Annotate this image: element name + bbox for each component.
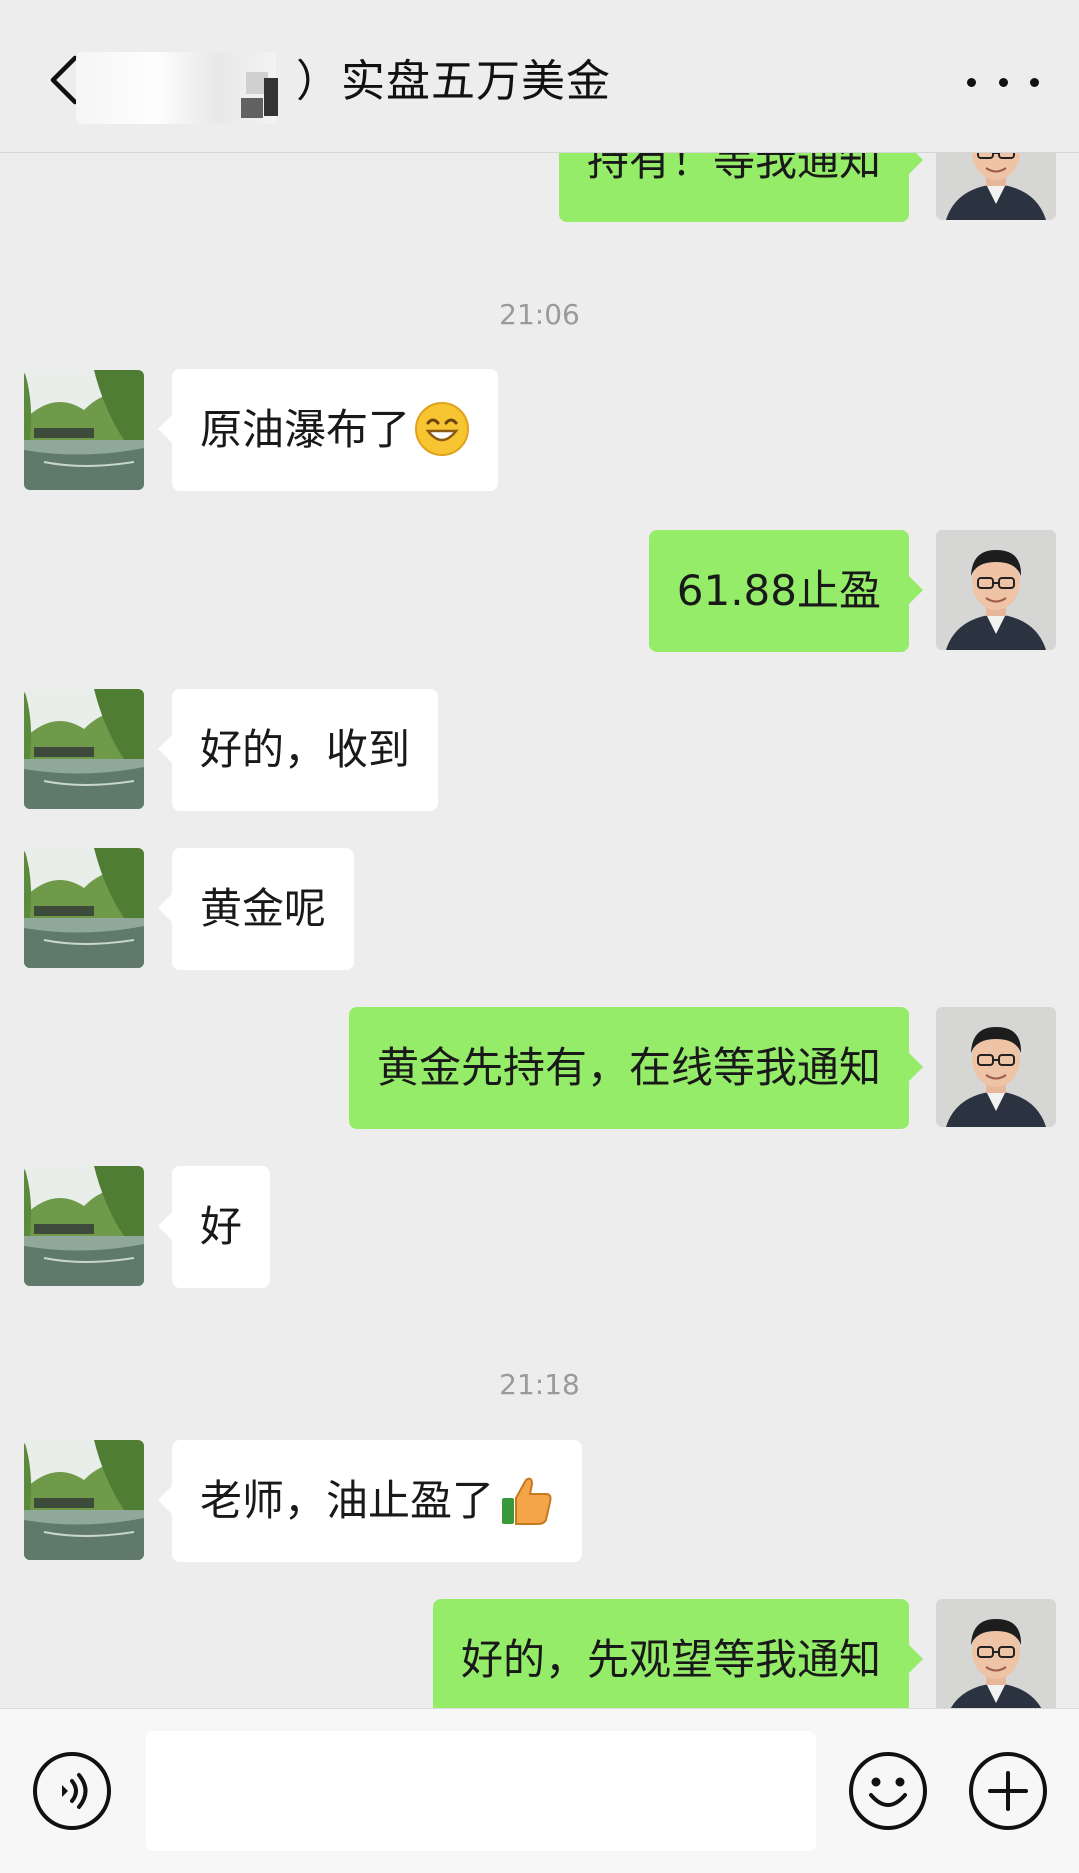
message-input[interactable] xyxy=(146,1731,816,1851)
message-bubble-other[interactable]: 好 xyxy=(157,1166,271,1288)
message-bubble-self[interactable]: 好的，先观望等我通知 xyxy=(432,1599,924,1708)
message-text: 原油瀑布了 xyxy=(200,405,411,454)
self-avatar[interactable] xyxy=(936,152,1056,220)
more-options-button[interactable] xyxy=(967,62,1039,102)
plus-button[interactable] xyxy=(966,1749,1050,1833)
self-avatar[interactable] xyxy=(936,530,1056,650)
timestamp: 21:18 xyxy=(499,1368,580,1401)
thumbs-up-icon xyxy=(498,1472,554,1528)
grinning-face-icon xyxy=(414,401,470,457)
contact-avatar[interactable] xyxy=(24,689,144,809)
plus-icon xyxy=(969,1752,1047,1830)
message-bubble-self[interactable]: 61.88止盈 xyxy=(648,530,924,652)
message-text: 老师，油止盈了 xyxy=(200,1476,495,1525)
message-list[interactable]: 持有！等我通知 21:06 原油瀑布了 61.88止盈 好的，收到 黄金呢 黄金… xyxy=(0,152,1079,1708)
self-avatar[interactable] xyxy=(936,1599,1056,1708)
message-bubble-other[interactable]: 老师，油止盈了 xyxy=(157,1440,583,1562)
contact-avatar[interactable] xyxy=(24,370,144,490)
emoji-icon xyxy=(849,1752,927,1830)
voice-button[interactable] xyxy=(30,1749,114,1833)
message-bubble-self[interactable]: 黄金先持有，在线等我通知 xyxy=(348,1007,924,1129)
ellipsis-icon xyxy=(967,77,976,87)
timestamp: 21:06 xyxy=(499,298,580,331)
message-bubble-other[interactable]: 原油瀑布了 xyxy=(157,369,499,491)
contact-avatar[interactable] xyxy=(24,1440,144,1560)
input-bar xyxy=(0,1708,1079,1873)
contact-avatar[interactable] xyxy=(24,848,144,968)
contact-avatar[interactable] xyxy=(24,1166,144,1286)
chat-title: ）实盘五万美金 xyxy=(296,56,611,107)
message-bubble-other[interactable]: 黄金呢 xyxy=(157,848,355,970)
redacted-title-area xyxy=(76,52,278,124)
emoji-button[interactable] xyxy=(846,1749,930,1833)
message-bubble-other[interactable]: 好的，收到 xyxy=(157,689,439,811)
message-bubble-self[interactable]: 持有！等我通知 xyxy=(558,152,924,222)
self-avatar[interactable] xyxy=(936,1007,1056,1127)
voice-icon xyxy=(33,1752,111,1830)
chat-header: ）实盘五万美金 xyxy=(0,0,1079,153)
